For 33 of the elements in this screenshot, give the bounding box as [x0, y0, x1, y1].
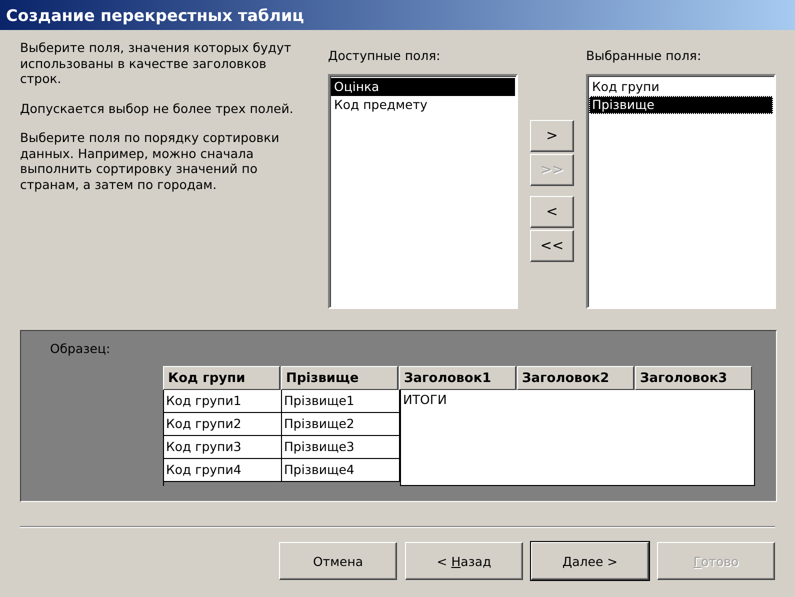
- list-item[interactable]: Прізвище: [589, 96, 773, 114]
- list-item[interactable]: Оцінка: [331, 78, 515, 96]
- wizard-button[interactable]: Отмена: [279, 542, 397, 580]
- list-item[interactable]: Код предмету: [331, 96, 515, 114]
- column-header: Заголовок1: [399, 366, 516, 390]
- table-cell: Код групи4: [164, 459, 282, 482]
- move-button[interactable]: >: [530, 120, 574, 152]
- instruction-text: Выберите поля по порядку сортировки данных. Например, можно сначала выполнить сортировку значений по странам, а затем по городам.: [20, 130, 280, 192]
- column-header: Заголовок2: [517, 366, 634, 390]
- column-header: Прізвище: [281, 366, 398, 390]
- move-button[interactable]: <<: [530, 230, 574, 262]
- column-header: Код групи: [163, 366, 280, 390]
- move-button[interactable]: <: [530, 196, 574, 228]
- sample-label: Образец:: [50, 341, 110, 356]
- instruction-text: Допускается выбор не более трех полей.: [20, 100, 294, 116]
- table-cell: Прізвище4: [282, 459, 400, 482]
- selected-fields-list[interactable]: Код групи Прізвище: [586, 74, 776, 309]
- list-item[interactable]: Код групи: [589, 78, 773, 96]
- table-cell: Код групи3: [164, 436, 282, 459]
- wizard-button[interactable]: Далее >: [531, 542, 649, 580]
- instruction-text: Выберите поля, значения которых будут использованы в качестве заголовков строк.: [20, 40, 292, 86]
- list-label: Выбранные поля:: [586, 48, 702, 65]
- available-fields-list[interactable]: Оцінка Код предмету: [328, 74, 518, 309]
- table-cell: Код групи2: [164, 413, 282, 436]
- table-cell: Код групи1: [164, 390, 282, 413]
- totals-label: ИТОГИ: [403, 392, 447, 407]
- column-header: Заголовок3: [635, 366, 752, 390]
- list-label: Доступные поля:: [328, 48, 442, 65]
- wizard-button[interactable]: < Назад: [405, 542, 523, 580]
- table-cell: Прізвище2: [282, 413, 400, 436]
- window-title: Создание перекрестных таблиц: [6, 6, 304, 24]
- table-cell: Прізвище3: [282, 436, 400, 459]
- table-cell: Прізвище1: [282, 390, 400, 413]
